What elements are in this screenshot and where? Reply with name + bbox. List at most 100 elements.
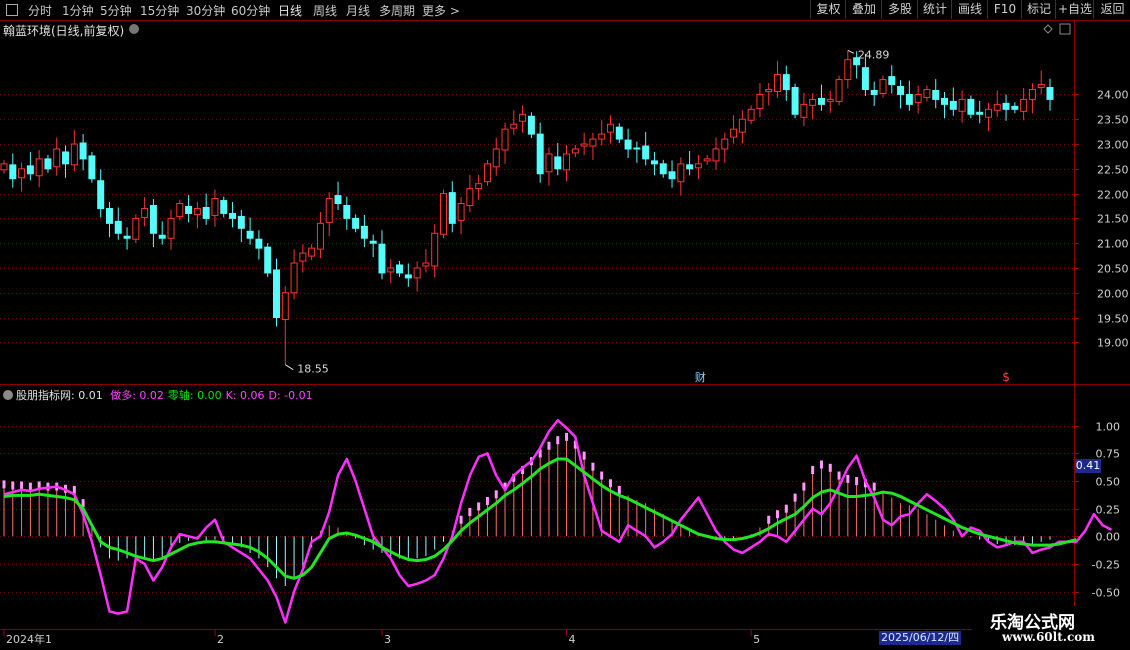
candle-body-26: [229, 212, 237, 219]
candle-body-68: [598, 133, 606, 140]
ind-bar-cap-3: [28, 482, 32, 491]
ind-tick-label-2: 0.00: [1096, 531, 1121, 544]
candle-body-71: [624, 139, 632, 150]
candle-body-13: [114, 220, 122, 234]
high-pointer: [847, 49, 855, 54]
price-tick-label-1: 19.50: [1097, 313, 1129, 326]
candle-body-38: [334, 195, 342, 205]
ind-tick-label-1: -0.25: [1092, 559, 1120, 572]
candle-body-111: [976, 111, 984, 115]
candle-body-36: [316, 222, 324, 250]
dividend-marker: $: [1002, 370, 1010, 384]
candle-body-66: [580, 143, 588, 147]
price-tick-label-7: 22.50: [1097, 164, 1129, 177]
low-pointer: [285, 364, 294, 371]
price-tick-label-9: 23.50: [1097, 114, 1129, 127]
ind-tick-label-3: 0.25: [1096, 504, 1121, 517]
candle-body-50: [439, 193, 447, 235]
candle-body-86: [756, 93, 764, 109]
candle-body-18: [158, 234, 166, 239]
candle-body-4: [35, 158, 43, 177]
candle-body-91: [800, 103, 808, 118]
ind-bar-cap-64: [565, 432, 569, 441]
candle-body-94: [826, 98, 834, 102]
candle-body-19: [167, 217, 175, 239]
watermark-url: www.60lt.com: [1002, 630, 1095, 644]
candle-body-27: [237, 215, 245, 229]
ind-bar-cap-68: [600, 471, 604, 480]
price-tick-label-0: 19.00: [1097, 337, 1129, 350]
candle-body-11: [97, 180, 105, 209]
candle-body-28: [246, 230, 254, 239]
candle-body-96: [844, 59, 852, 81]
candle-body-112: [984, 108, 992, 118]
ind-tick-label-6: 1.00: [1096, 421, 1121, 434]
candle-body-42: [369, 240, 377, 244]
candle-body-116: [1020, 98, 1028, 112]
ind-bar-cap-97: [855, 477, 859, 486]
candle-body-79: [694, 163, 702, 169]
high-price-label: 24.89: [858, 48, 890, 61]
candle-body-55: [483, 163, 491, 183]
candle-body-104: [914, 93, 922, 103]
candle-body-29: [255, 238, 263, 249]
ind-bar-cap-54: [477, 502, 481, 511]
ind-bar-cap-67: [591, 462, 595, 471]
price-and-indicator-chart[interactable]: 19.0019.5020.0020.5021.0021.5022.0022.50…: [0, 0, 1130, 650]
candle-body-25: [220, 200, 228, 214]
candle-body-115: [1011, 105, 1019, 110]
title-dropdown-icon: [129, 24, 139, 34]
candle-body-39: [343, 205, 351, 219]
candle-body-67: [589, 138, 597, 147]
ind-bar-cap-88: [776, 510, 780, 519]
candle-body-83: [730, 128, 738, 138]
candle-body-87: [765, 88, 773, 92]
candle-body-40: [352, 217, 360, 229]
candle-body-63: [554, 156, 562, 170]
candle-body-65: [571, 148, 579, 154]
candle-body-21: [185, 205, 193, 214]
candle-body-59: [519, 113, 527, 122]
candle-body-7: [62, 151, 70, 165]
x-tick-label-1: 2: [217, 633, 224, 646]
candle-body-30: [264, 246, 272, 274]
ind-tick-label-4: 0.50: [1096, 476, 1121, 489]
ind-bar-cap-0: [2, 480, 6, 489]
candle-body-9: [79, 142, 87, 160]
price-tick-label-8: 23.00: [1097, 139, 1129, 152]
ind-bar-cap-63: [556, 436, 560, 445]
ind-bar-cap-91: [802, 482, 806, 491]
candle-body-69: [607, 123, 615, 133]
candle-body-33: [290, 262, 298, 294]
candle-body-44: [387, 267, 395, 273]
finance-marker: 财: [695, 370, 706, 384]
candle-body-22: [193, 207, 201, 215]
candle-body-95: [835, 79, 843, 102]
ind-bar-cap-2: [20, 481, 24, 490]
candle-body-52: [457, 203, 465, 221]
candle-body-8: [70, 143, 78, 166]
price-tick-label-5: 21.50: [1097, 213, 1129, 226]
candle-body-58: [510, 123, 518, 129]
candle-body-47: [413, 267, 421, 279]
candle-body-117: [1028, 88, 1036, 100]
candle-body-92: [809, 98, 817, 106]
ind-bar-cap-55: [485, 496, 489, 505]
candle-body-14: [123, 235, 131, 239]
candle-body-103: [905, 93, 913, 105]
candle-body-57: [501, 128, 509, 151]
candle-body-80: [703, 158, 711, 162]
candle-body-81: [712, 148, 720, 162]
candle-body-0: [0, 163, 8, 171]
ind-bar-cap-62: [547, 441, 551, 450]
candle-body-119: [1046, 87, 1054, 100]
candle-body-3: [26, 165, 34, 175]
candle-body-5: [44, 158, 52, 170]
candle-body-114: [1002, 102, 1010, 110]
candle-body-15: [132, 217, 140, 240]
ind-bar-cap-93: [819, 460, 823, 469]
candle-body-100: [879, 79, 887, 94]
ind-bar-cap-56: [494, 490, 498, 499]
candle-body-56: [492, 148, 500, 168]
ind-bar-cap-52: [459, 515, 463, 524]
